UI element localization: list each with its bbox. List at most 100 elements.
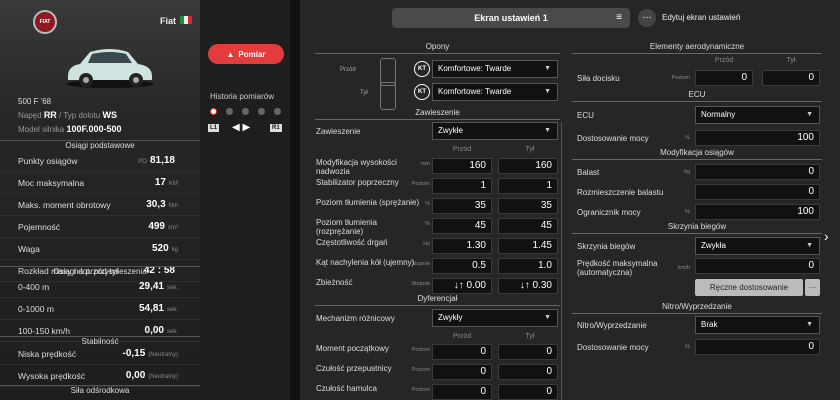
stat-unit: (Neutralny) [148,352,178,358]
history-slot-1[interactable] [210,108,217,115]
downforce-rear-input[interactable]: 0 [762,70,820,86]
ecu-select[interactable]: Normalny [695,106,820,124]
diff-row-rear-input[interactable]: 0 [498,364,558,380]
limiter-input[interactable]: 100 [695,204,820,220]
l1-button[interactable]: L1 [208,124,220,132]
aspiration-label: Typ dolotu [63,111,101,120]
nitro-select[interactable]: Brak [695,316,820,334]
fiat-logo: FIAT [33,10,57,34]
edit-settings-label[interactable]: Edytuj ekran ustawień [662,13,740,22]
susp-row-rear-input[interactable]: ↓↑ 0.30 [498,278,558,294]
gearbox-select[interactable]: Zwykła [695,237,820,255]
top-speed-unit: km/h [678,265,690,271]
downforce-label: Siła docisku [577,74,620,83]
stat-row: Punkty osiągów PO 81,18 [0,150,200,172]
history-slot-2[interactable] [226,108,233,115]
stat-number: 54,81 [138,303,164,314]
diff-label: Mechanizm różnicowy [316,314,395,323]
suspension-select[interactable]: Zwykłe [432,122,558,140]
next-page-arrow-icon[interactable]: › [824,228,829,244]
stat-label: Niska prędkość [18,349,77,359]
measure-button[interactable]: ▲ Pomiar [208,44,284,64]
history-slot-3[interactable] [242,108,249,115]
susp-row-front-input[interactable]: ↓↑ 0.00 [432,278,492,294]
stat-value: 54,81 sek. [139,303,178,314]
diff-row-unit: Poziom [411,387,430,393]
stat-number: 30,3 [146,199,166,210]
stat-number: 17 [154,177,166,188]
car-image [66,49,154,88]
susp-row-front-input[interactable]: 0.5 [432,258,492,274]
susp-row-front-input[interactable]: 45 [432,218,492,234]
diff-row-front-input[interactable]: 0 [432,364,492,380]
susp-row-rear-input[interactable]: 160 [498,158,558,174]
diff-select[interactable]: Zwykły [432,309,558,327]
diff-row-rear-input[interactable]: 0 [498,384,558,400]
susp-row-front-input[interactable]: 1.30 [432,238,492,254]
susp-row-rear-input[interactable]: 45 [498,218,558,234]
stat-unit: cm³ [168,225,178,231]
stat-label: Moc maksymalna [18,178,85,188]
diff-row-rear-input[interactable]: 0 [498,344,558,360]
stat-number: 29,41 [138,281,164,292]
ecu-power-input[interactable]: 100 [695,130,820,146]
manual-adjust-button[interactable]: Ręczne dostosowanie [695,279,803,296]
susp-front-col: Przód [452,146,472,153]
stat-label: 0-1000 m [18,304,54,314]
tire-front-badge: KT [414,61,430,77]
diff-row-front-input[interactable]: 0 [432,384,492,400]
stat-value: 30,3 Nm [143,199,178,210]
gearbox-label: Skrzynia biegów [577,242,636,251]
stat-number: 81,18 [149,155,175,166]
history-slots[interactable] [210,108,281,115]
stat-prefix: PO [138,159,147,165]
susp-row-front-input[interactable]: 160 [432,158,492,174]
stat-number: 0,00 [125,370,146,381]
arrow-right-icon[interactable]: ▶ [242,122,250,133]
ecu-power-unit: % [685,135,690,141]
stat-value: -0,15 (Neutralny) [123,348,178,359]
ballast-input[interactable]: 0 [695,164,820,180]
susp-row-unit: % [425,221,430,227]
rear-tire-select[interactable]: Komfortowe: Twarde [432,83,558,101]
susp-row-rear-input[interactable]: 1.45 [498,238,558,254]
ecu-label: ECU [577,111,594,120]
aero-header: Elementy aerodynamiczne [572,42,822,54]
susp-row-rear-input[interactable]: 35 [498,198,558,214]
panel-divider [290,0,300,400]
stat-number: 0,00 [144,325,164,336]
susp-row-unit: Stopnie [411,281,430,287]
stat-unit: sek. [166,307,178,313]
car-front-hubcap [83,77,89,83]
susp-row-rear-input[interactable]: 1 [498,178,558,194]
cornering-header: Siła odśrodkowa [0,385,200,397]
aspiration-value: WS [102,110,118,120]
downforce-front-input[interactable]: 0 [695,70,753,86]
stat-number: -0,15 [122,348,146,359]
susp-row-front-input[interactable]: 35 [432,198,492,214]
stat-unit: sek. [166,285,178,291]
history-slot-4[interactable] [258,108,265,115]
stat-label: Maks. moment obrotowy [18,200,111,210]
nitro-power-input[interactable]: 0 [695,339,820,355]
susp-row-front-input[interactable]: 1 [432,178,492,194]
front-tire-select[interactable]: Komfortowe: Twarde [432,60,558,78]
nitro-label: Nitro/Wyprzedzanie [577,321,647,330]
ellipsis-icon[interactable]: … [805,279,820,296]
r1-button[interactable]: R1 [270,124,282,132]
top-speed-input[interactable]: 0 [695,258,820,274]
drive-label: Napęd [18,111,42,120]
ellipsis-icon[interactable]: … [638,9,656,27]
ecu-power-label: Dostosowanie mocy [577,134,649,143]
flag-red-stripe [188,16,192,24]
history-slot-5[interactable] [274,108,281,115]
ballast-pos-input[interactable]: 0 [695,184,820,200]
settings-sheet-selector[interactable]: Ekran ustawień 1 ≡ [392,8,630,28]
diff-row-front-input[interactable]: 0 [432,344,492,360]
susp-row-rear-input[interactable]: 1.0 [498,258,558,274]
arrow-left-icon[interactable]: ◀ [232,122,240,133]
settings-title: Ekran ustawień 1 [474,13,548,23]
susp-rear-col: Tył [525,146,535,153]
history-arrows[interactable]: ◀ ▶ [232,122,250,133]
stat-unit: Nm [168,203,178,209]
